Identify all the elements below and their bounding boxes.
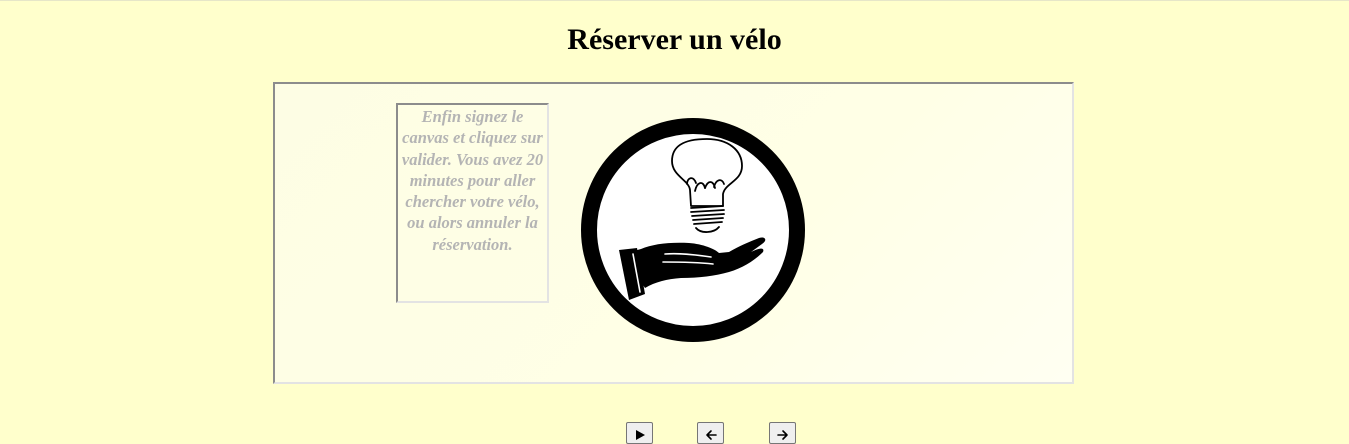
page-title: Réserver un vélo	[567, 23, 782, 56]
slideshow: Enfin signez le canvas et cliquez sur va…	[273, 82, 1074, 384]
arrow-right-icon	[776, 430, 788, 440]
play-icon	[635, 430, 645, 440]
slide-caption: Enfin signez le canvas et cliquez sur va…	[396, 103, 549, 303]
slideshow-controls	[0, 422, 1349, 444]
arrow-left-icon	[705, 430, 717, 440]
hand-lightbulb-icon	[581, 118, 805, 342]
